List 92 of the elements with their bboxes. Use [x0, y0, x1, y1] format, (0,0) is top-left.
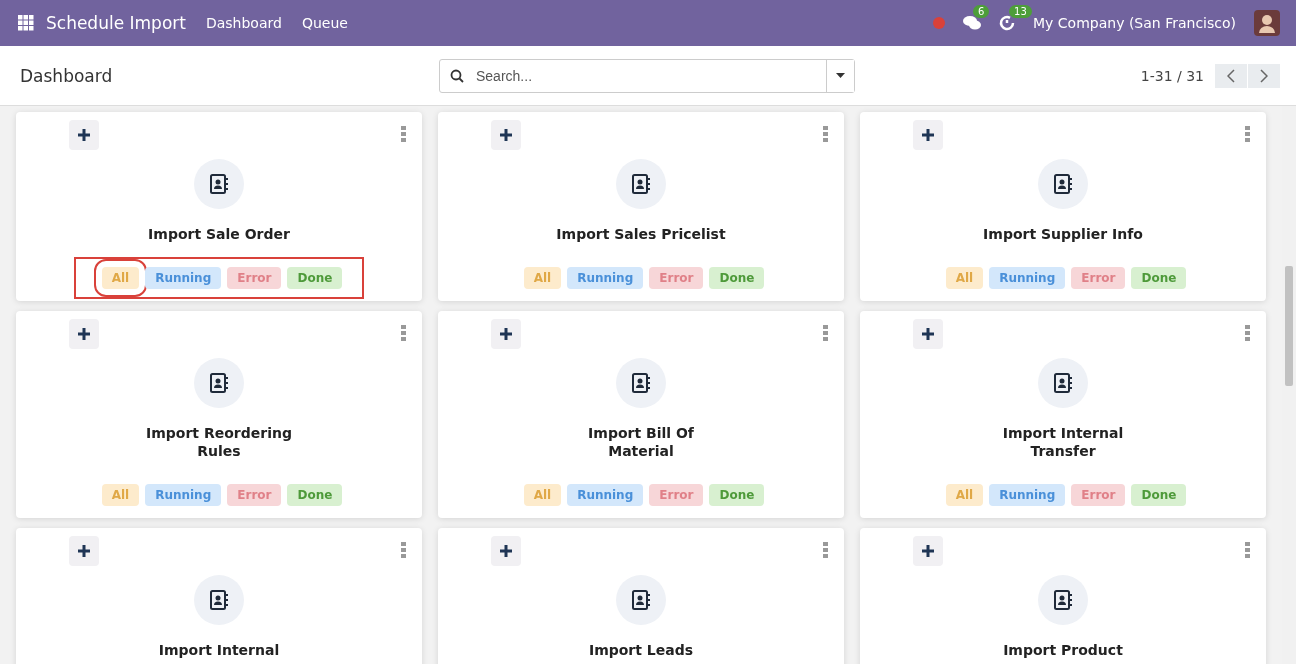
avatar[interactable]: [1254, 10, 1280, 36]
kebab-icon: [400, 325, 406, 341]
status-filter-button[interactable]: All: [945, 484, 984, 506]
contact-book-icon: [1053, 373, 1073, 393]
status-filter-button[interactable]: Done: [709, 267, 765, 289]
card-title: Import Internal Transfer: [1002, 424, 1124, 460]
caret-icon: [836, 73, 845, 78]
contact-book-icon: [631, 373, 651, 393]
card-title: Import Internal: [158, 641, 280, 659]
activity-count-badge: 13: [1009, 5, 1032, 18]
search-icon: [450, 68, 464, 83]
contact-book-icon: [631, 590, 651, 610]
plus-icon: [78, 129, 90, 141]
pager-value[interactable]: 1-31 / 31: [1140, 67, 1204, 84]
card-title: Import Bill Of Material: [588, 424, 694, 460]
status-filter-button[interactable]: Running: [567, 484, 644, 506]
status-filter-button[interactable]: Error: [227, 484, 282, 506]
search-bar[interactable]: Search...: [439, 58, 855, 93]
kebab-icon: [822, 542, 828, 558]
add-button[interactable]: [913, 319, 943, 349]
status-filter-button[interactable]: All: [945, 267, 984, 289]
contact-book-icon: [209, 590, 229, 610]
search-options-toggle[interactable]: [826, 59, 854, 92]
add-button[interactable]: [69, 319, 99, 349]
status-filter-button[interactable]: Running: [145, 267, 222, 289]
add-button[interactable]: [69, 120, 99, 150]
kebab-icon: [400, 542, 406, 558]
company-name[interactable]: My Company (San Francisco): [1033, 15, 1236, 31]
app-title[interactable]: Schedule Import: [46, 13, 186, 33]
contact-book-icon: [1053, 590, 1073, 610]
plus-icon: [922, 328, 934, 340]
status-filter-button[interactable]: Running: [567, 267, 644, 289]
status-filter-button[interactable]: Error: [649, 484, 704, 506]
status-filter-button[interactable]: Error: [227, 267, 282, 289]
status-filter-button[interactable]: Done: [1131, 267, 1187, 289]
contact-book-icon: [631, 174, 651, 194]
chevron-right-icon: [1260, 68, 1268, 83]
status-dot[interactable]: [933, 17, 946, 29]
contact-book-icon: [1053, 174, 1073, 194]
contact-book-icon: [209, 174, 229, 194]
status-filter-button[interactable]: All: [523, 267, 562, 289]
plus-icon: [500, 545, 512, 557]
chat-icon[interactable]: [963, 15, 982, 31]
kebab-icon: [1244, 542, 1250, 558]
status-filter-button[interactable]: Running: [145, 484, 222, 506]
status-filter-button[interactable]: Error: [649, 267, 704, 289]
status-filter-button[interactable]: Error: [1071, 267, 1126, 289]
add-button[interactable]: [491, 536, 521, 566]
kebab-icon: [400, 126, 406, 142]
plus-icon: [78, 545, 90, 557]
add-button[interactable]: [491, 120, 521, 150]
status-filter-button[interactable]: Done: [709, 484, 765, 506]
kebab-icon: [1244, 126, 1250, 142]
scrollbar-thumb[interactable]: [1285, 266, 1293, 386]
plus-icon: [500, 129, 512, 141]
status-filter-button[interactable]: Running: [989, 267, 1066, 289]
menu-item[interactable]: Queue: [301, 15, 348, 31]
breadcrumb: Dashboard: [20, 65, 114, 86]
next-page-button[interactable]: [1248, 63, 1280, 88]
plus-icon: [922, 129, 934, 141]
apps-menu-icon[interactable]: [18, 15, 34, 31]
status-filter-button[interactable]: Done: [287, 267, 343, 289]
card-title: Import Supplier Info: [983, 225, 1143, 243]
kebab-icon: [1244, 325, 1250, 341]
add-button[interactable]: [913, 536, 943, 566]
message-count-badge: 6: [973, 5, 990, 18]
search-field[interactable]: Search...: [474, 58, 826, 93]
avatar-silhouette-icon: [1258, 13, 1276, 33]
kebab-icon: [822, 325, 828, 341]
plus-icon: [500, 328, 512, 340]
status-filter-button[interactable]: Running: [989, 484, 1066, 506]
card-title: Import Reordering Rules: [146, 424, 292, 460]
card-title: Import Sales Pricelist: [556, 225, 726, 243]
add-button[interactable]: [913, 120, 943, 150]
status-filter-button[interactable]: All: [101, 484, 140, 506]
add-button[interactable]: [69, 536, 99, 566]
previous-page-button[interactable]: [1215, 63, 1247, 88]
card-title: Import Sale Order: [148, 225, 290, 243]
plus-icon: [78, 328, 90, 340]
card-title: Import Product: [1003, 641, 1123, 659]
chevron-left-icon: [1227, 68, 1235, 83]
plus-icon: [922, 545, 934, 557]
status-filter-button[interactable]: Error: [1071, 484, 1126, 506]
menu-item[interactable]: Dashboard: [205, 15, 282, 31]
contact-book-icon: [209, 373, 229, 393]
clock-icon[interactable]: [999, 15, 1016, 31]
kebab-icon: [822, 126, 828, 142]
status-filter-button[interactable]: All: [523, 484, 562, 506]
status-filter-button[interactable]: Done: [1131, 484, 1187, 506]
add-button[interactable]: [491, 319, 521, 349]
card-title: Import Leads: [588, 641, 694, 659]
status-filter-button[interactable]: Done: [287, 484, 343, 506]
